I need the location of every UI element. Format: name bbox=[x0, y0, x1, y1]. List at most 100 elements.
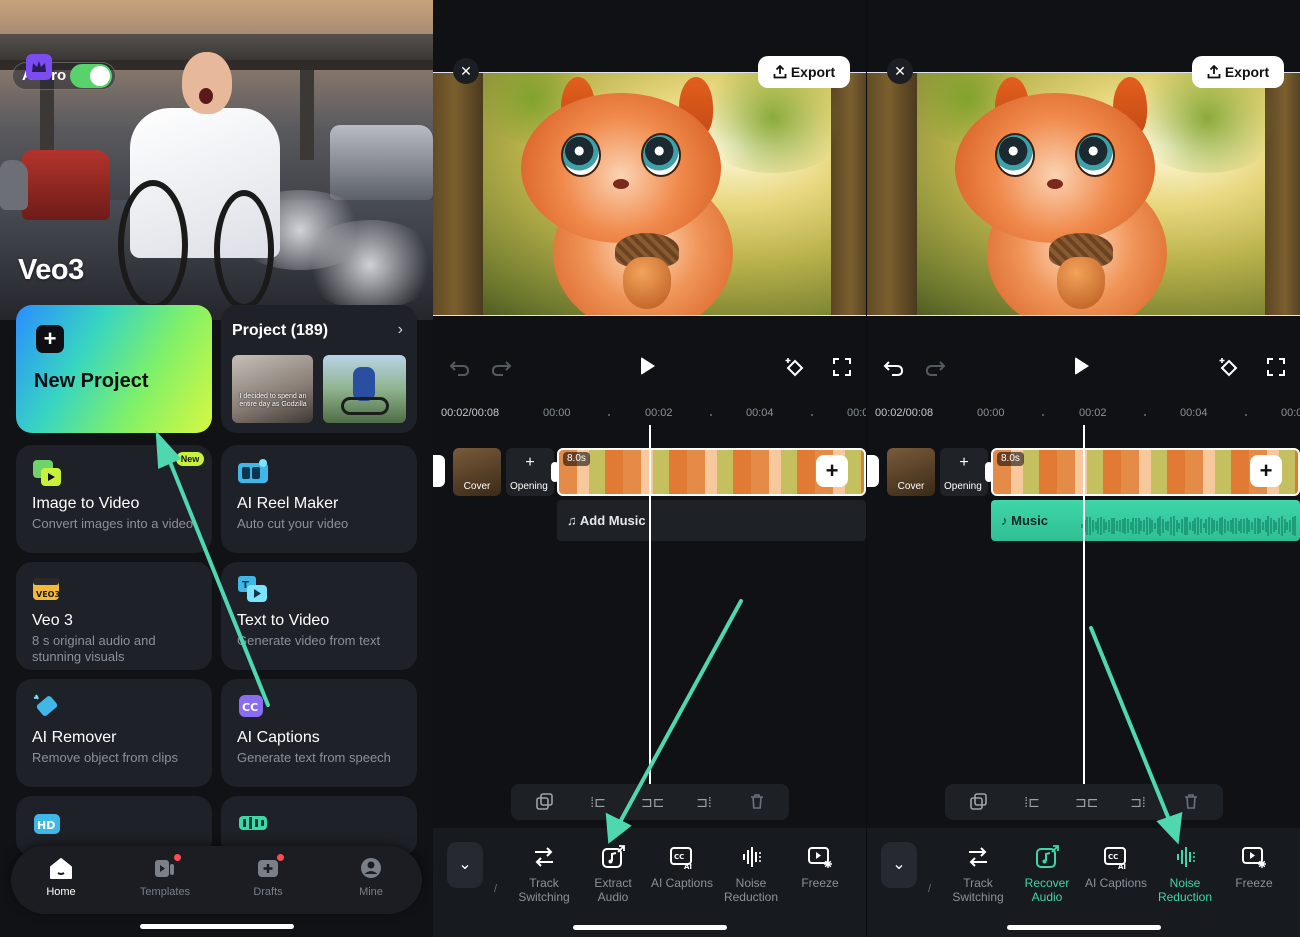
tool-ai-captions[interactable]: CC AI AI Captions bbox=[1082, 844, 1150, 890]
split-icon[interactable]: ⊐⊏ bbox=[1075, 792, 1098, 812]
waveform-bar bbox=[1264, 519, 1267, 533]
export-button[interactable]: Export bbox=[758, 56, 850, 88]
waveform-bar bbox=[1229, 519, 1232, 533]
chevron-down-icon[interactable]: ⌄ bbox=[881, 842, 917, 888]
new-project-button[interactable]: + New Project bbox=[16, 305, 212, 433]
export-button[interactable]: Export bbox=[1192, 56, 1284, 88]
banner-car bbox=[22, 150, 110, 220]
duplicate-icon[interactable] bbox=[969, 792, 989, 812]
close-button[interactable]: ✕ bbox=[887, 58, 913, 84]
waveform-bar bbox=[1180, 518, 1183, 534]
banner-person-head bbox=[182, 52, 232, 114]
extract-audio-icon bbox=[600, 844, 626, 870]
timeline-tick-dot bbox=[811, 414, 813, 416]
waveform-bar bbox=[1261, 521, 1264, 531]
play-icon[interactable] bbox=[641, 357, 655, 375]
waveform-bar bbox=[1286, 522, 1289, 530]
cover-button[interactable]: Cover bbox=[887, 448, 935, 496]
redo-icon[interactable] bbox=[924, 356, 946, 378]
tab-templates[interactable]: Templates bbox=[125, 854, 205, 898]
keyframe-icon[interactable] bbox=[1218, 356, 1240, 378]
opening-button[interactable]: + Opening bbox=[940, 448, 988, 496]
redo-icon[interactable] bbox=[490, 356, 512, 378]
tool-freeze[interactable]: Freeze bbox=[786, 844, 854, 890]
tool-card-ai-remover[interactable]: AI Remover Remove object from clips bbox=[16, 679, 212, 787]
waveform-bar bbox=[1143, 520, 1146, 532]
fullscreen-icon[interactable] bbox=[1265, 356, 1287, 378]
new-badge: New bbox=[176, 452, 204, 466]
tool-desc: Generate text from speech bbox=[237, 750, 391, 765]
waveform-bar bbox=[1148, 518, 1151, 534]
banner-smoke bbox=[300, 220, 433, 310]
track-handle[interactable] bbox=[433, 455, 445, 487]
close-button[interactable]: ✕ bbox=[453, 58, 479, 84]
trim-start-icon[interactable]: ⁞⊏ bbox=[588, 792, 608, 812]
waveform-bar bbox=[1240, 519, 1243, 533]
tab-mine[interactable]: Mine bbox=[331, 856, 411, 898]
waveform-bar bbox=[1278, 518, 1281, 534]
video-preview[interactable] bbox=[433, 72, 866, 316]
timecode: 00:02/00:08 bbox=[441, 407, 500, 419]
video-preview[interactable] bbox=[867, 72, 1300, 316]
music-note-icon: ♪ bbox=[1001, 513, 1012, 528]
keyframe-icon[interactable] bbox=[784, 356, 806, 378]
thumbnail-bike bbox=[341, 397, 389, 415]
pro-switch[interactable] bbox=[70, 64, 112, 88]
project-card[interactable]: Project (189) › I decided to spend an en… bbox=[221, 305, 417, 433]
thumbnail-rider bbox=[353, 367, 375, 401]
play-icon[interactable] bbox=[1075, 357, 1089, 375]
add-clip-button[interactable]: + bbox=[816, 455, 848, 487]
toolbar-separator: / bbox=[494, 883, 498, 895]
tool-freeze[interactable]: Freeze bbox=[1220, 844, 1288, 890]
fullscreen-icon[interactable] bbox=[831, 356, 853, 378]
tool-label: Noise Reduction bbox=[1157, 876, 1213, 904]
cover-button[interactable]: Cover bbox=[453, 448, 501, 496]
waveform-bar bbox=[1283, 519, 1286, 533]
waveform-bar bbox=[1218, 518, 1221, 534]
squirrel-eye bbox=[1075, 133, 1115, 177]
tool-name: Veo 3 bbox=[32, 612, 73, 629]
tool-card-veo3[interactable]: VEO3 Veo 3 8 s original audio and stunni… bbox=[16, 562, 212, 670]
trim-end-icon[interactable]: ⊐⁞ bbox=[1128, 792, 1148, 812]
split-icon[interactable]: ⊐⊏ bbox=[641, 792, 664, 812]
delete-icon[interactable] bbox=[1181, 792, 1201, 812]
tab-home[interactable]: Home bbox=[21, 856, 101, 898]
freeze-icon bbox=[1241, 844, 1267, 870]
tool-track-switching[interactable]: Track Switching bbox=[510, 844, 578, 904]
waveform-bar bbox=[1105, 521, 1108, 531]
clip-duration: 8.0s bbox=[997, 452, 1024, 466]
opening-label: Opening bbox=[510, 481, 548, 492]
playhead[interactable] bbox=[649, 425, 651, 785]
waveform-bar bbox=[1226, 521, 1229, 531]
playhead[interactable] bbox=[1083, 425, 1085, 785]
tool-noise-reduction[interactable]: Noise Reduction bbox=[717, 844, 785, 904]
tab-drafts[interactable]: Drafts bbox=[228, 854, 308, 898]
add-clip-button[interactable]: + bbox=[1250, 455, 1282, 487]
timeline-tick-dot bbox=[1245, 414, 1247, 416]
undo-icon[interactable] bbox=[883, 356, 905, 378]
trim-end-icon[interactable]: ⊐⁞ bbox=[694, 792, 714, 812]
tool-ai-captions[interactable]: CC AI AI Captions bbox=[648, 844, 716, 890]
opening-button[interactable]: + Opening bbox=[506, 448, 554, 496]
tool-noise-reduction[interactable]: Noise Reduction bbox=[1151, 844, 1219, 904]
project-thumbnail[interactable]: I decided to spend an entire day as Godz… bbox=[232, 355, 313, 423]
profile-icon bbox=[358, 856, 384, 880]
project-thumbnail[interactable] bbox=[323, 355, 406, 423]
delete-icon[interactable] bbox=[747, 792, 767, 812]
tool-card-ai-captions[interactable]: CC AI Captions Generate text from speech bbox=[221, 679, 417, 787]
chevron-down-icon[interactable]: ⌄ bbox=[447, 842, 483, 888]
waveform-bar bbox=[1091, 519, 1094, 532]
tool-extract-audio[interactable]: Extract Audio bbox=[579, 844, 647, 904]
trim-start-icon[interactable]: ⁞⊏ bbox=[1022, 792, 1042, 812]
tool-label: Track Switching bbox=[952, 876, 1004, 904]
veo3-banner[interactable]: AI Pro Veo3 bbox=[0, 0, 433, 320]
music-track[interactable]: ♪ Music bbox=[991, 500, 1300, 541]
track-handle[interactable] bbox=[867, 455, 879, 487]
tool-card-ai-reel-maker[interactable]: AI Reel Maker Auto cut your video bbox=[221, 445, 417, 553]
add-music-track[interactable]: ♫ Add Music bbox=[557, 500, 866, 541]
tool-recover-audio[interactable]: Recover Audio bbox=[1013, 844, 1081, 904]
tool-card-text-to-video[interactable]: T Text to Video Generate video from text bbox=[221, 562, 417, 670]
undo-icon[interactable] bbox=[449, 356, 471, 378]
tool-track-switching[interactable]: Track Switching bbox=[944, 844, 1012, 904]
duplicate-icon[interactable] bbox=[535, 792, 555, 812]
